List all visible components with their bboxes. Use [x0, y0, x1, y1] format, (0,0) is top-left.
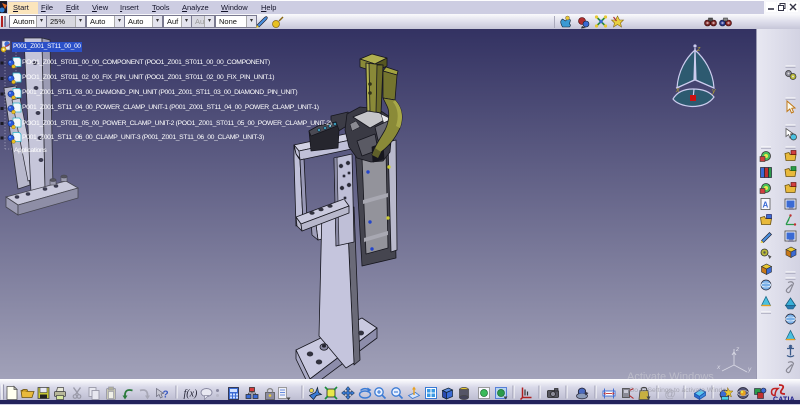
svg-text:z: z [696, 46, 701, 53]
svg-text:x: x [675, 87, 680, 94]
svg-text:x: x [716, 364, 721, 371]
svg-text:A: A [763, 201, 769, 210]
svg-text:f(x): f(x) [184, 389, 199, 400]
svg-text:?: ? [163, 390, 169, 401]
svg-text:y: y [711, 88, 716, 95]
svg-text:y: y [747, 366, 752, 373]
svg-text:z: z [735, 346, 740, 353]
